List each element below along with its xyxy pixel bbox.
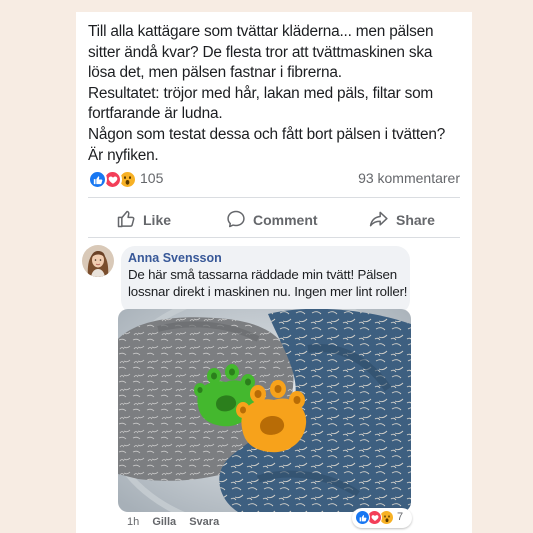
post-text-line: sitter ändå kvar? De flesta tror att tvä… bbox=[88, 43, 433, 61]
comment-text-line: lossnar direkt i maskinen nu. Ingen mer … bbox=[128, 284, 408, 299]
post-actions: Like Comment Share bbox=[88, 204, 460, 236]
share-arrow-icon bbox=[368, 209, 389, 232]
comment-bubble: Anna Svensson De här små tassarna räddad… bbox=[121, 246, 410, 314]
commenter-avatar[interactable] bbox=[82, 245, 114, 277]
comment-time: 1h bbox=[127, 516, 140, 528]
post-text-line: Är nyfiken. bbox=[88, 146, 159, 164]
thumbs-up-icon bbox=[116, 209, 136, 232]
comment-reactions[interactable]: 7 bbox=[352, 508, 412, 528]
like-icon bbox=[88, 170, 107, 189]
share-button-label: Share bbox=[396, 212, 435, 228]
reaction-count[interactable]: 105 bbox=[140, 170, 163, 186]
post-text-line: Resultatet: tröjor med hår, lakan med pä… bbox=[88, 84, 434, 102]
comment-text: De här små tassarna räddade min tvätt! P… bbox=[128, 266, 408, 300]
comment-button-label: Comment bbox=[253, 212, 318, 228]
like-button-label: Like bbox=[143, 212, 172, 228]
divider bbox=[88, 197, 460, 198]
speech-bubble-icon bbox=[226, 209, 246, 232]
reaction-icons[interactable] bbox=[88, 170, 142, 190]
comment-reaction-count: 7 bbox=[397, 511, 404, 523]
post-text-line: Någon som testat dessa och fått bort päl… bbox=[88, 125, 446, 143]
post-reactions-bar: 105 93 kommentarer bbox=[88, 169, 460, 191]
comment-button[interactable]: Comment bbox=[226, 204, 318, 236]
comment-author[interactable]: Anna Svensson bbox=[128, 250, 403, 266]
post-text-line: lösa det, men pälsen fastnar i fibrerna. bbox=[88, 64, 342, 82]
comment-reply-link[interactable]: Svara bbox=[189, 516, 219, 528]
divider bbox=[88, 237, 460, 238]
comments-count[interactable]: 93 kommentarer bbox=[358, 170, 460, 186]
share-button[interactable]: Share bbox=[368, 204, 435, 236]
post-text-line: fortfarande är ludna. bbox=[88, 105, 223, 123]
comment-text-line: De här små tassarna räddade min tvätt! P… bbox=[128, 267, 397, 282]
post-text-line: Till alla kattägare som tvättar kläderna… bbox=[88, 23, 434, 40]
like-button[interactable]: Like bbox=[116, 204, 171, 236]
comment-photo[interactable] bbox=[118, 309, 411, 512]
facebook-post-card: Till alla kattägare som tvättar kläderna… bbox=[76, 12, 472, 533]
comment-meta: 1h Gilla Svara bbox=[127, 516, 229, 528]
like-icon bbox=[355, 510, 370, 525]
post-text: Till alla kattägare som tvättar kläderna… bbox=[88, 22, 468, 166]
comment-like-link[interactable]: Gilla bbox=[152, 516, 176, 528]
